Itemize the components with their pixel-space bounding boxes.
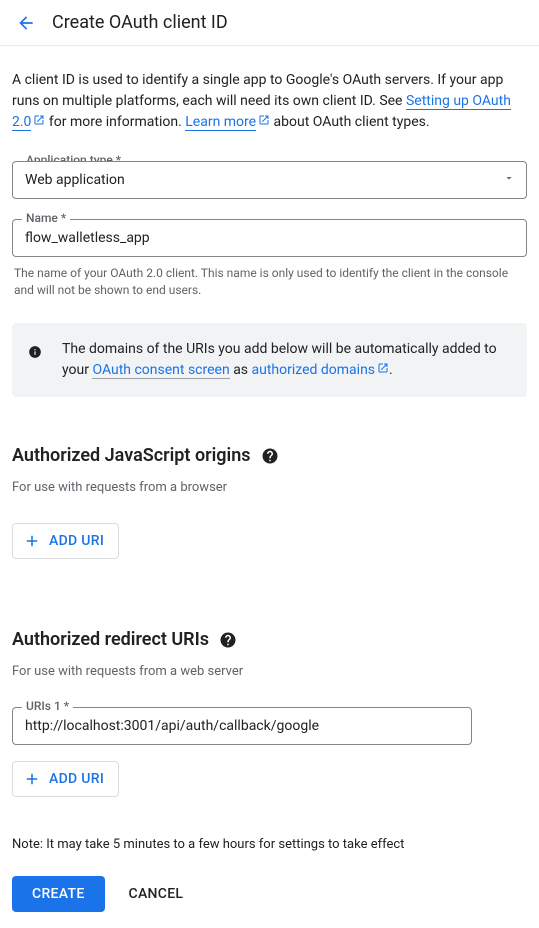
redirect-uris-desc: For use with requests from a web server xyxy=(12,664,527,679)
name-field-group: Name * xyxy=(12,219,527,257)
application-type-select[interactable]: Web application xyxy=(12,161,527,199)
redirect-uris-title: Authorized redirect URIs xyxy=(12,629,209,650)
create-button[interactable]: CREATE xyxy=(12,876,105,912)
name-label: Name * xyxy=(22,211,70,225)
external-link-icon xyxy=(258,112,270,133)
authorized-domains-link[interactable]: authorized domains xyxy=(252,362,390,378)
redirect-uri-1-input[interactable] xyxy=(12,707,472,745)
info-box: The domains of the URIs you add below wi… xyxy=(12,323,527,397)
page-title: Create OAuth client ID xyxy=(52,12,228,33)
action-buttons: CREATE CANCEL xyxy=(12,876,527,912)
info-text: The domains of the URIs you add below wi… xyxy=(62,339,507,381)
redirect-uri-1-field: URIs 1 * xyxy=(12,707,472,745)
redirect-uris-section: Authorized redirect URIs For use with re… xyxy=(12,629,527,797)
external-link-icon xyxy=(377,360,389,381)
oauth-consent-link[interactable]: OAuth consent screen xyxy=(92,362,229,379)
redirect-uri-1-label: URIs 1 * xyxy=(22,699,73,713)
note-text: Note: It may take 5 minutes to a few hou… xyxy=(12,837,527,852)
add-redirect-uri-button[interactable]: ADD URI xyxy=(12,761,119,797)
back-arrow-icon[interactable] xyxy=(16,13,36,33)
cancel-button[interactable]: CANCEL xyxy=(129,886,184,902)
application-type-field: Application type * Web application xyxy=(12,161,527,199)
help-icon[interactable] xyxy=(219,631,237,649)
info-icon xyxy=(28,345,42,363)
plus-icon xyxy=(23,770,41,788)
js-origins-section: Authorized JavaScript origins For use wi… xyxy=(12,445,527,559)
name-input[interactable] xyxy=(12,219,527,257)
js-origins-title: Authorized JavaScript origins xyxy=(12,445,251,466)
intro-text: A client ID is used to identify a single… xyxy=(12,70,527,133)
help-icon[interactable] xyxy=(261,447,279,465)
plus-icon xyxy=(23,532,41,550)
learn-more-link[interactable]: Learn more xyxy=(185,114,256,131)
page-header: Create OAuth client ID xyxy=(0,0,539,46)
name-helper-text: The name of your OAuth 2.0 client. This … xyxy=(12,265,527,299)
external-link-icon xyxy=(33,112,45,133)
js-origins-desc: For use with requests from a browser xyxy=(12,480,527,495)
add-js-origin-uri-button[interactable]: ADD URI xyxy=(12,523,119,559)
